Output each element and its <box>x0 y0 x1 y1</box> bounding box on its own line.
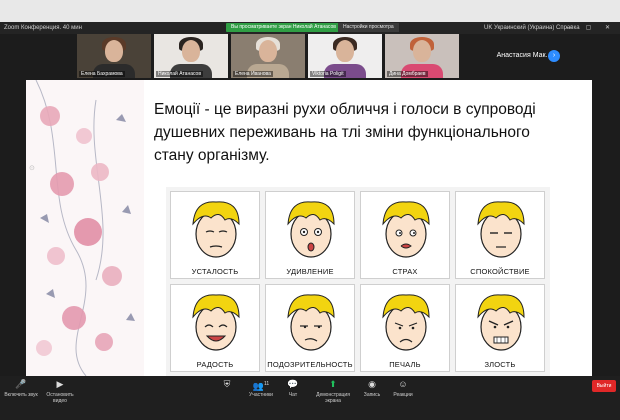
security-button[interactable]: ⛨ <box>212 378 242 392</box>
emotion-label: СТРАХ <box>392 267 418 276</box>
emotion-label: СПОКОЙСТВИЕ <box>470 267 530 276</box>
heading-line: стану організму. <box>154 147 270 164</box>
chat-button[interactable]: 💬 Чат <box>282 378 304 398</box>
shared-slide: ⊙ Емоції - це виразні рухи обличчя і гол… <box>26 80 592 376</box>
video-button[interactable]: ▶ Остановить видео <box>40 378 80 404</box>
face-illustration <box>192 201 240 258</box>
emotion-card: ПЕЧАЛЬ <box>360 284 450 372</box>
meeting-toolbar: 🎤 Включить звук ▶ Остановить видео ⛨ 👥11… <box>0 376 620 420</box>
language-indicator[interactable]: UK Украинский (Украина) <box>484 22 554 34</box>
camera-icon: ▶ <box>56 379 64 389</box>
face-illustration <box>382 201 430 258</box>
emotion-card: СПОКОЙСТВИЕ <box>455 191 545 279</box>
record-button[interactable]: ◉ Запись <box>360 378 384 398</box>
title-bar: Zoom Конференция. 40 мин Вы просматривае… <box>0 22 620 34</box>
record-label: Запись <box>363 392 381 398</box>
share-screen-icon: ⬆ <box>329 379 337 389</box>
emotion-label: ПОДОЗРИТЕЛЬНОСТЬ <box>267 360 353 369</box>
microphone-muted-icon: 🎤 <box>15 379 27 389</box>
avatar <box>259 40 277 62</box>
emotion-label: РАДОСТЬ <box>196 360 234 369</box>
participant-tile[interactable]: Viktoria Poligit <box>308 34 382 78</box>
reactions-button[interactable]: ☺ Реакции <box>388 378 418 398</box>
heading-line: Емоції - це виразні рухи обличчя і голос… <box>154 101 536 118</box>
share-screen-button[interactable]: ⬆ Демонстрация экрана <box>308 378 358 404</box>
participants-icon: 👥11 <box>252 381 270 391</box>
participants-button[interactable]: 👥11 Участники <box>246 378 276 398</box>
participant-tile[interactable]: Николай Атанасов <box>154 34 228 78</box>
face-illustration <box>477 294 525 351</box>
emotion-card: СТРАХ <box>360 191 450 279</box>
emotion-card: УСТАЛОСТЬ <box>170 191 260 279</box>
face-illustration <box>192 294 240 351</box>
chevron-right-icon[interactable]: › <box>548 50 560 62</box>
participants-label: Участники <box>249 392 273 398</box>
participant-name: Елена Иванова <box>233 71 273 77</box>
view-options-button[interactable]: Настройки просмотра <box>338 23 399 32</box>
face-illustration <box>477 201 525 258</box>
chat-label: Чат <box>288 392 298 398</box>
emotion-card: УДИВЛЕНИЕ <box>265 191 355 279</box>
face-illustration <box>287 201 335 258</box>
emotions-grid: УСТАЛОСТЬ УДИВЛЕНИЕ СТРАХ СПОКОЙСТВИЕ РА… <box>166 187 550 376</box>
participant-name: Viktoria Poligit <box>310 71 346 77</box>
shield-icon: ⛨ <box>223 379 231 389</box>
window-title: Zoom Конференция. 40 мин <box>4 25 82 31</box>
emotion-label: ЗЛОСТЬ <box>484 360 516 369</box>
heading-line: душевних переживань на тлі зміни функціо… <box>154 124 530 141</box>
emotion-card: РАДОСТЬ <box>170 284 260 372</box>
participant-name: Николай Атанасов <box>156 71 203 77</box>
participants-count: 11 <box>264 381 270 387</box>
leave-button[interactable]: Выйти <box>592 380 616 392</box>
emotion-label: УДИВЛЕНИЕ <box>286 267 334 276</box>
reactions-label: Реакции <box>393 392 413 398</box>
avatar <box>105 40 123 62</box>
slide-heading: Емоції - це виразні рухи обличчя і голос… <box>154 98 574 167</box>
participant-name: Елена Бахрамова <box>79 71 125 77</box>
avatar <box>182 40 200 62</box>
emotion-label: УСТАЛОСТЬ <box>191 267 239 276</box>
mute-button[interactable]: 🎤 Включить звук <box>4 378 38 398</box>
floral-decoration <box>26 80 144 376</box>
mute-label: Включить звук <box>4 392 38 398</box>
participant-tile[interactable]: Дина Домбраев <box>385 34 459 78</box>
record-icon: ◉ <box>368 379 376 389</box>
participant-name: Дина Домбраев <box>387 71 428 77</box>
face-illustration <box>382 294 430 351</box>
emotion-card: ЗЛОСТЬ <box>455 284 545 372</box>
smile-icon: ☺ <box>398 379 408 389</box>
window-controls[interactable]: — ▢ ✕ <box>566 22 616 34</box>
share-label: Демонстрация экрана <box>316 392 350 404</box>
participant-tile[interactable]: Елена Бахрамова <box>77 34 151 78</box>
emotion-label: ПЕЧАЛЬ <box>389 360 421 369</box>
share-options-icon[interactable]: ⊙ <box>29 164 35 172</box>
video-label: Остановить видео <box>46 392 74 404</box>
participant-tile[interactable]: Елена Иванова <box>231 34 305 78</box>
avatar <box>336 40 354 62</box>
avatar <box>413 40 431 62</box>
screen-share-banner: Вы просматриваете экран Николай Атанасов <box>226 23 341 32</box>
face-illustration <box>287 294 335 351</box>
emotion-card: ПОДОЗРИТЕЛЬНОСТЬ <box>265 284 355 372</box>
chat-icon: 💬 <box>287 379 299 389</box>
